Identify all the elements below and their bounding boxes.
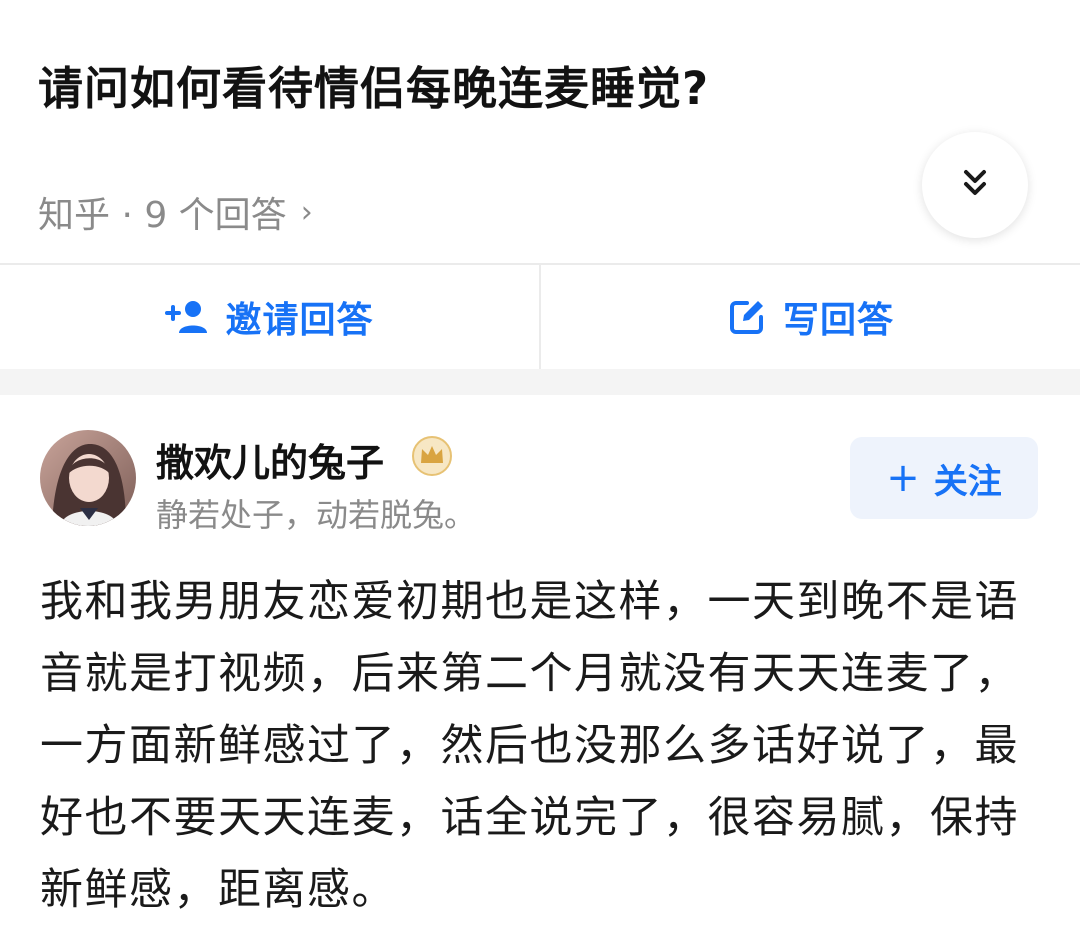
chevron-double-down-icon — [958, 166, 992, 204]
zhihu-question-page: 请问如何看待情侣每晚连麦睡觉? 知乎 · 9 个回答 › 邀请回答 写回答 撒欢… — [0, 0, 1080, 934]
plus-icon: + — [886, 455, 920, 501]
invite-answer-label: 邀请回答 — [225, 300, 374, 341]
question-title[interactable]: 请问如何看待情侣每晚连麦睡觉? — [38, 52, 709, 117]
question-meta-link[interactable]: 知乎 · 9 个回答 › — [38, 186, 313, 238]
write-answer-button[interactable]: 写回答 — [541, 265, 1080, 369]
follow-button[interactable]: + 关注 — [850, 437, 1038, 519]
follow-label: 关注 — [933, 461, 1002, 502]
answer-content[interactable]: 我和我男朋友恋爱初期也是这样，一天到晚不是语 音就是打视频，后来第二个月就没有天… — [40, 566, 1050, 926]
question-meta-text: 知乎 · 9 个回答 — [38, 195, 287, 236]
answer-line: 我和我男朋友恋爱初期也是这样，一天到晚不是语 — [40, 577, 1019, 627]
question-action-bar: 邀请回答 写回答 — [0, 263, 1080, 371]
author-bio: 静若处子，动若脱兔。 — [156, 496, 477, 534]
crown-badge-icon — [410, 434, 454, 482]
expand-button[interactable] — [922, 132, 1028, 238]
answer-line: 新鲜感，距离感。 — [40, 865, 396, 915]
author-name[interactable]: 撒欢儿的兔子 — [156, 432, 384, 487]
add-user-icon — [165, 299, 209, 335]
author-avatar[interactable] — [40, 430, 136, 526]
answer-line: 好也不要天天连麦，话全说完了，很容易腻，保持 — [40, 793, 1019, 843]
answer-line: 音就是打视频，后来第二个月就没有天天连麦了， — [40, 649, 1019, 699]
write-answer-label: 写回答 — [782, 300, 894, 341]
invite-answer-button[interactable]: 邀请回答 — [0, 265, 539, 369]
section-divider — [0, 369, 1080, 395]
chevron-right-icon: › — [300, 194, 313, 230]
edit-icon — [727, 297, 767, 337]
answer-line: 一方面新鲜感过了，然后也没那么多话好说了，最 — [40, 721, 1019, 771]
